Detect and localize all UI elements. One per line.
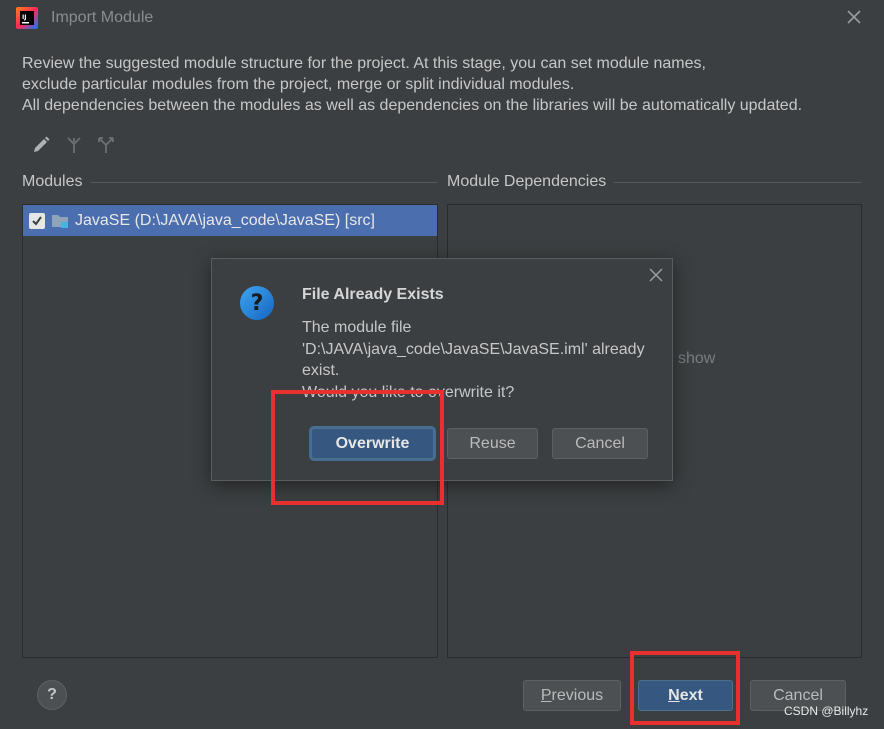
annotation-highlight-overwrite [271,390,444,505]
previous-button[interactable]: Previous [523,680,621,711]
list-item[interactable]: JavaSE (D:\JAVA\java_code\JavaSE) [src] [23,205,437,236]
svg-text:IJ: IJ [22,14,26,21]
svg-text:?: ? [251,291,264,316]
dialog-title: File Already Exists [302,286,444,303]
module-label: JavaSE (D:\JAVA\java_code\JavaSE) [src] [75,211,375,229]
previous-mnemonic: P [540,686,552,704]
dialog-message-line: 'D:\JAVA\java_code\JavaSE\JavaSE.iml' al… [302,340,645,358]
split-icon[interactable] [95,134,117,156]
modules-header: Modules [22,173,91,191]
description: Review the suggested module structure fo… [22,53,802,116]
watermark: CSDN @Billyhz [784,704,869,718]
annotation-highlight-next [630,651,740,725]
intellij-idea-icon: IJ [16,7,38,29]
close-icon[interactable] [845,8,863,26]
help-button[interactable]: ? [37,680,67,710]
reuse-button[interactable]: Reuse [447,428,538,459]
dialog-cancel-button[interactable]: Cancel [552,428,648,459]
module-folder-icon [51,213,69,229]
merge-icon[interactable] [63,134,85,156]
dialog-message-line: exist. [302,362,340,379]
previous-label: revious [551,686,604,704]
description-line: exclude particular modules from the proj… [22,76,575,93]
module-checkbox[interactable] [29,212,45,229]
description-line: All dependencies between the modules as … [22,97,803,114]
description-line: Review the suggested module structure fo… [22,55,706,72]
question-icon: ? [239,285,275,321]
module-dependencies-header: Module Dependencies [447,173,615,191]
dialog-message-line: The module file [302,319,412,336]
dependencies-hint: show [678,350,716,367]
close-icon[interactable] [648,267,664,283]
edit-icon[interactable] [30,134,52,156]
window-title: Import Module [51,9,154,26]
